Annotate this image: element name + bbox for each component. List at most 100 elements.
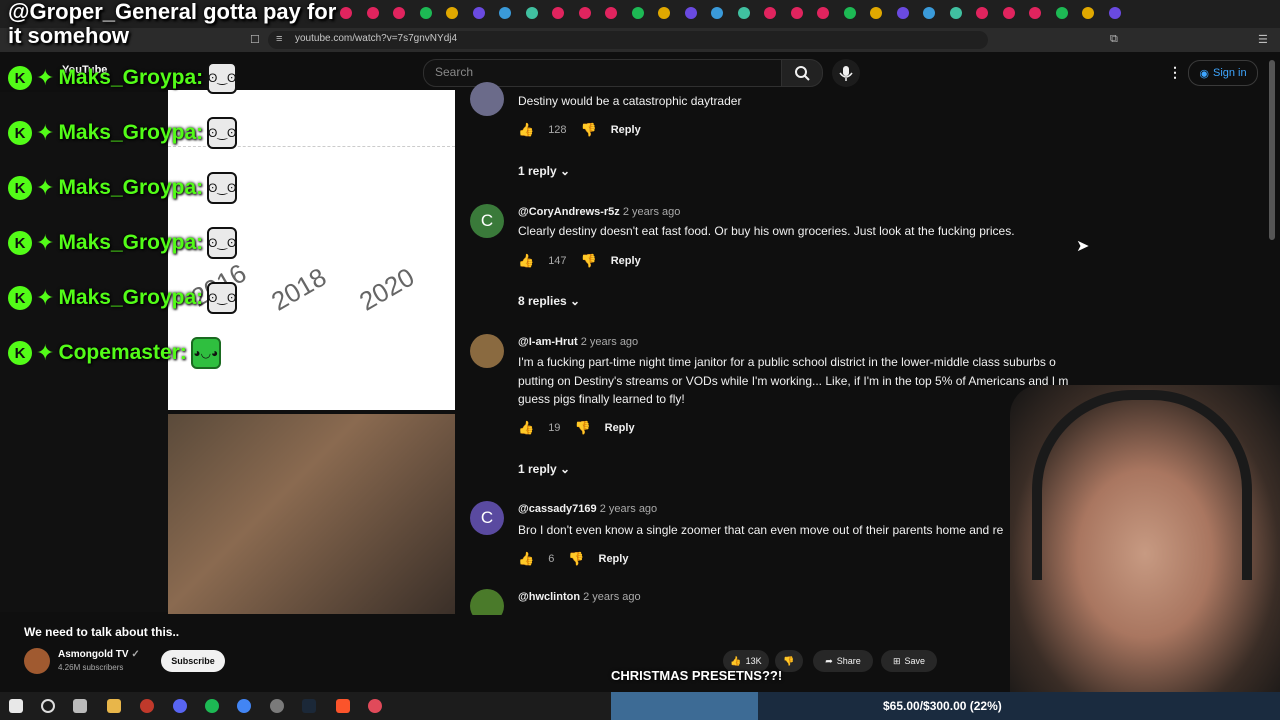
reply-button[interactable]: Reply <box>611 124 641 136</box>
comment-age[interactable]: 2 years ago <box>600 503 657 515</box>
browser-tab-icon[interactable] <box>446 7 458 19</box>
browser-tab-icon[interactable] <box>817 7 829 19</box>
like-icon[interactable]: 👍 <box>518 551 534 567</box>
browser-tab-icon[interactable] <box>764 7 776 19</box>
browser-tab-icon[interactable] <box>525 7 538 19</box>
browser-tab-icon[interactable] <box>843 7 856 19</box>
browser-tab-icon[interactable] <box>366 7 379 19</box>
browser-tab-icon[interactable] <box>578 7 591 19</box>
browser-tab-icon[interactable] <box>923 7 935 19</box>
dislike-icon[interactable]: 👎 <box>581 253 597 269</box>
browser-tab-icon[interactable] <box>949 7 962 19</box>
comment-avatar[interactable] <box>470 82 504 116</box>
view-replies-button[interactable]: 1 reply ⌄ <box>518 164 570 178</box>
browser-tab-icon[interactable] <box>1108 7 1121 19</box>
browser-tab-icon[interactable] <box>499 7 511 19</box>
comment-avatar[interactable]: C <box>470 204 504 238</box>
browser-tab-icon[interactable] <box>1055 7 1068 19</box>
browser-tab-icon[interactable] <box>976 7 988 19</box>
comment-age[interactable]: 2 years ago <box>623 206 680 218</box>
extensions-icon[interactable]: ⧉ <box>1110 33 1118 46</box>
browser-tab-icon[interactable] <box>552 7 564 19</box>
chat-message: K ✦ Maks_Groypa: ʘ‿ʘ <box>8 172 238 204</box>
replies-label: 1 reply <box>518 462 557 476</box>
browser-tab-icon[interactable] <box>472 7 485 19</box>
view-replies-button[interactable]: 8 replies ⌄ <box>518 294 580 308</box>
sparkle-badge-icon: ✦ <box>36 175 55 200</box>
comment-handle[interactable]: @CoryAndrews-r5z <box>518 206 620 218</box>
reply-button[interactable]: Reply <box>599 553 629 565</box>
comment-author[interactable]: @cassady7169 2 years ago <box>518 503 657 515</box>
dislike-icon[interactable]: 👎 <box>568 551 584 567</box>
sign-in-button[interactable]: ◉ Sign in <box>1188 60 1258 86</box>
save-button[interactable]: ⊞ Save <box>881 650 937 672</box>
browser-tab-icon[interactable] <box>658 7 670 19</box>
browser-tab-icon[interactable] <box>1002 7 1015 19</box>
like-icon[interactable]: 👍 <box>518 420 534 436</box>
subscribe-button[interactable]: Subscribe <box>161 650 225 672</box>
steam-icon[interactable] <box>302 699 316 713</box>
chrome-icon[interactable] <box>237 699 251 713</box>
browser-tab-icon[interactable] <box>605 7 617 19</box>
comment-author[interactable]: @hwclinton 2 years ago <box>518 591 641 603</box>
browser-tab-icon[interactable] <box>393 7 405 19</box>
reply-button[interactable]: Reply <box>605 422 635 434</box>
browser-tab-icon[interactable] <box>340 7 352 19</box>
browser-tab-icon[interactable] <box>870 7 882 19</box>
file-explorer-icon[interactable] <box>107 699 121 713</box>
task-view-icon[interactable] <box>73 699 87 713</box>
channel-avatar[interactable] <box>24 648 50 674</box>
brave-icon[interactable] <box>336 699 350 713</box>
channel-name[interactable]: Asmongold TV ✓ <box>58 649 140 660</box>
comment-author[interactable]: @CoryAndrews-r5z 2 years ago <box>518 206 680 218</box>
save-icon: ⊞ <box>892 655 901 666</box>
save-label: Save <box>904 656 926 666</box>
share-button[interactable]: ➦ Share <box>813 650 873 672</box>
comment-handle[interactable]: @cassady7169 <box>518 503 597 515</box>
comment-age[interactable]: 2 years ago <box>581 336 638 348</box>
comment-avatar[interactable] <box>470 334 504 368</box>
like-icon[interactable]: 👍 <box>518 253 534 269</box>
video-like-count: 13K <box>745 656 762 666</box>
browser-tab-icon[interactable] <box>684 7 697 19</box>
start-icon[interactable] <box>9 699 23 713</box>
donation-goal-text: $65.00/$300.00 (22%) <box>883 699 1002 713</box>
comment-age[interactable]: 2 years ago <box>583 591 640 603</box>
comment-avatar[interactable] <box>470 589 504 615</box>
browser-tab-icon[interactable] <box>1029 7 1041 19</box>
browser-tab-icon[interactable] <box>1082 7 1094 19</box>
app-icon[interactable] <box>368 699 382 713</box>
dislike-icon[interactable]: 👎 <box>574 420 590 436</box>
comment-handle[interactable]: @hwclinton <box>518 591 580 603</box>
menu-icon[interactable]: ☰ <box>1258 33 1268 46</box>
video-title: We need to talk about this.. <box>24 625 180 639</box>
browser-tab-icon[interactable] <box>419 7 432 19</box>
view-replies-button[interactable]: 1 reply ⌄ <box>518 462 570 476</box>
channel-name-text[interactable]: Asmongold TV <box>58 649 129 660</box>
discord-icon[interactable] <box>173 699 187 713</box>
kick-badge-icon: K <box>8 286 32 310</box>
obs-icon[interactable] <box>140 699 154 713</box>
search-icon[interactable] <box>41 699 55 713</box>
comment-handle[interactable]: @I-am-Hrut <box>518 336 578 348</box>
comment-avatar[interactable]: C <box>470 501 504 535</box>
chat-message: K ✦ Maks_Groypa: ʘ‿ʘ <box>8 227 238 259</box>
dislike-icon[interactable]: 👎 <box>581 122 597 138</box>
wojak-emote-icon: ʘ‿ʘ <box>207 117 238 149</box>
kick-badge-icon: K <box>8 66 32 90</box>
spotify-icon[interactable] <box>205 699 219 713</box>
more-options-icon[interactable]: ⋮ <box>1168 64 1182 81</box>
reply-button[interactable]: Reply <box>611 255 641 267</box>
browser-tab-icon[interactable] <box>711 7 723 19</box>
comment-author[interactable]: @I-am-Hrut 2 years ago <box>518 336 638 348</box>
sparkle-badge-icon: ✦ <box>36 285 55 310</box>
page-scrollbar[interactable] <box>1269 60 1275 240</box>
browser-tab-icon[interactable] <box>896 7 909 19</box>
browser-tab-icon[interactable] <box>790 7 803 19</box>
browser-tab-icon[interactable] <box>631 7 644 19</box>
stream-caption: CHRISTMAS PRESETNS??! <box>611 668 783 683</box>
sparkle-badge-icon: ✦ <box>36 120 55 145</box>
app-icon[interactable] <box>270 699 284 713</box>
like-icon[interactable]: 👍 <box>518 122 534 138</box>
browser-tab-icon[interactable] <box>737 7 750 19</box>
